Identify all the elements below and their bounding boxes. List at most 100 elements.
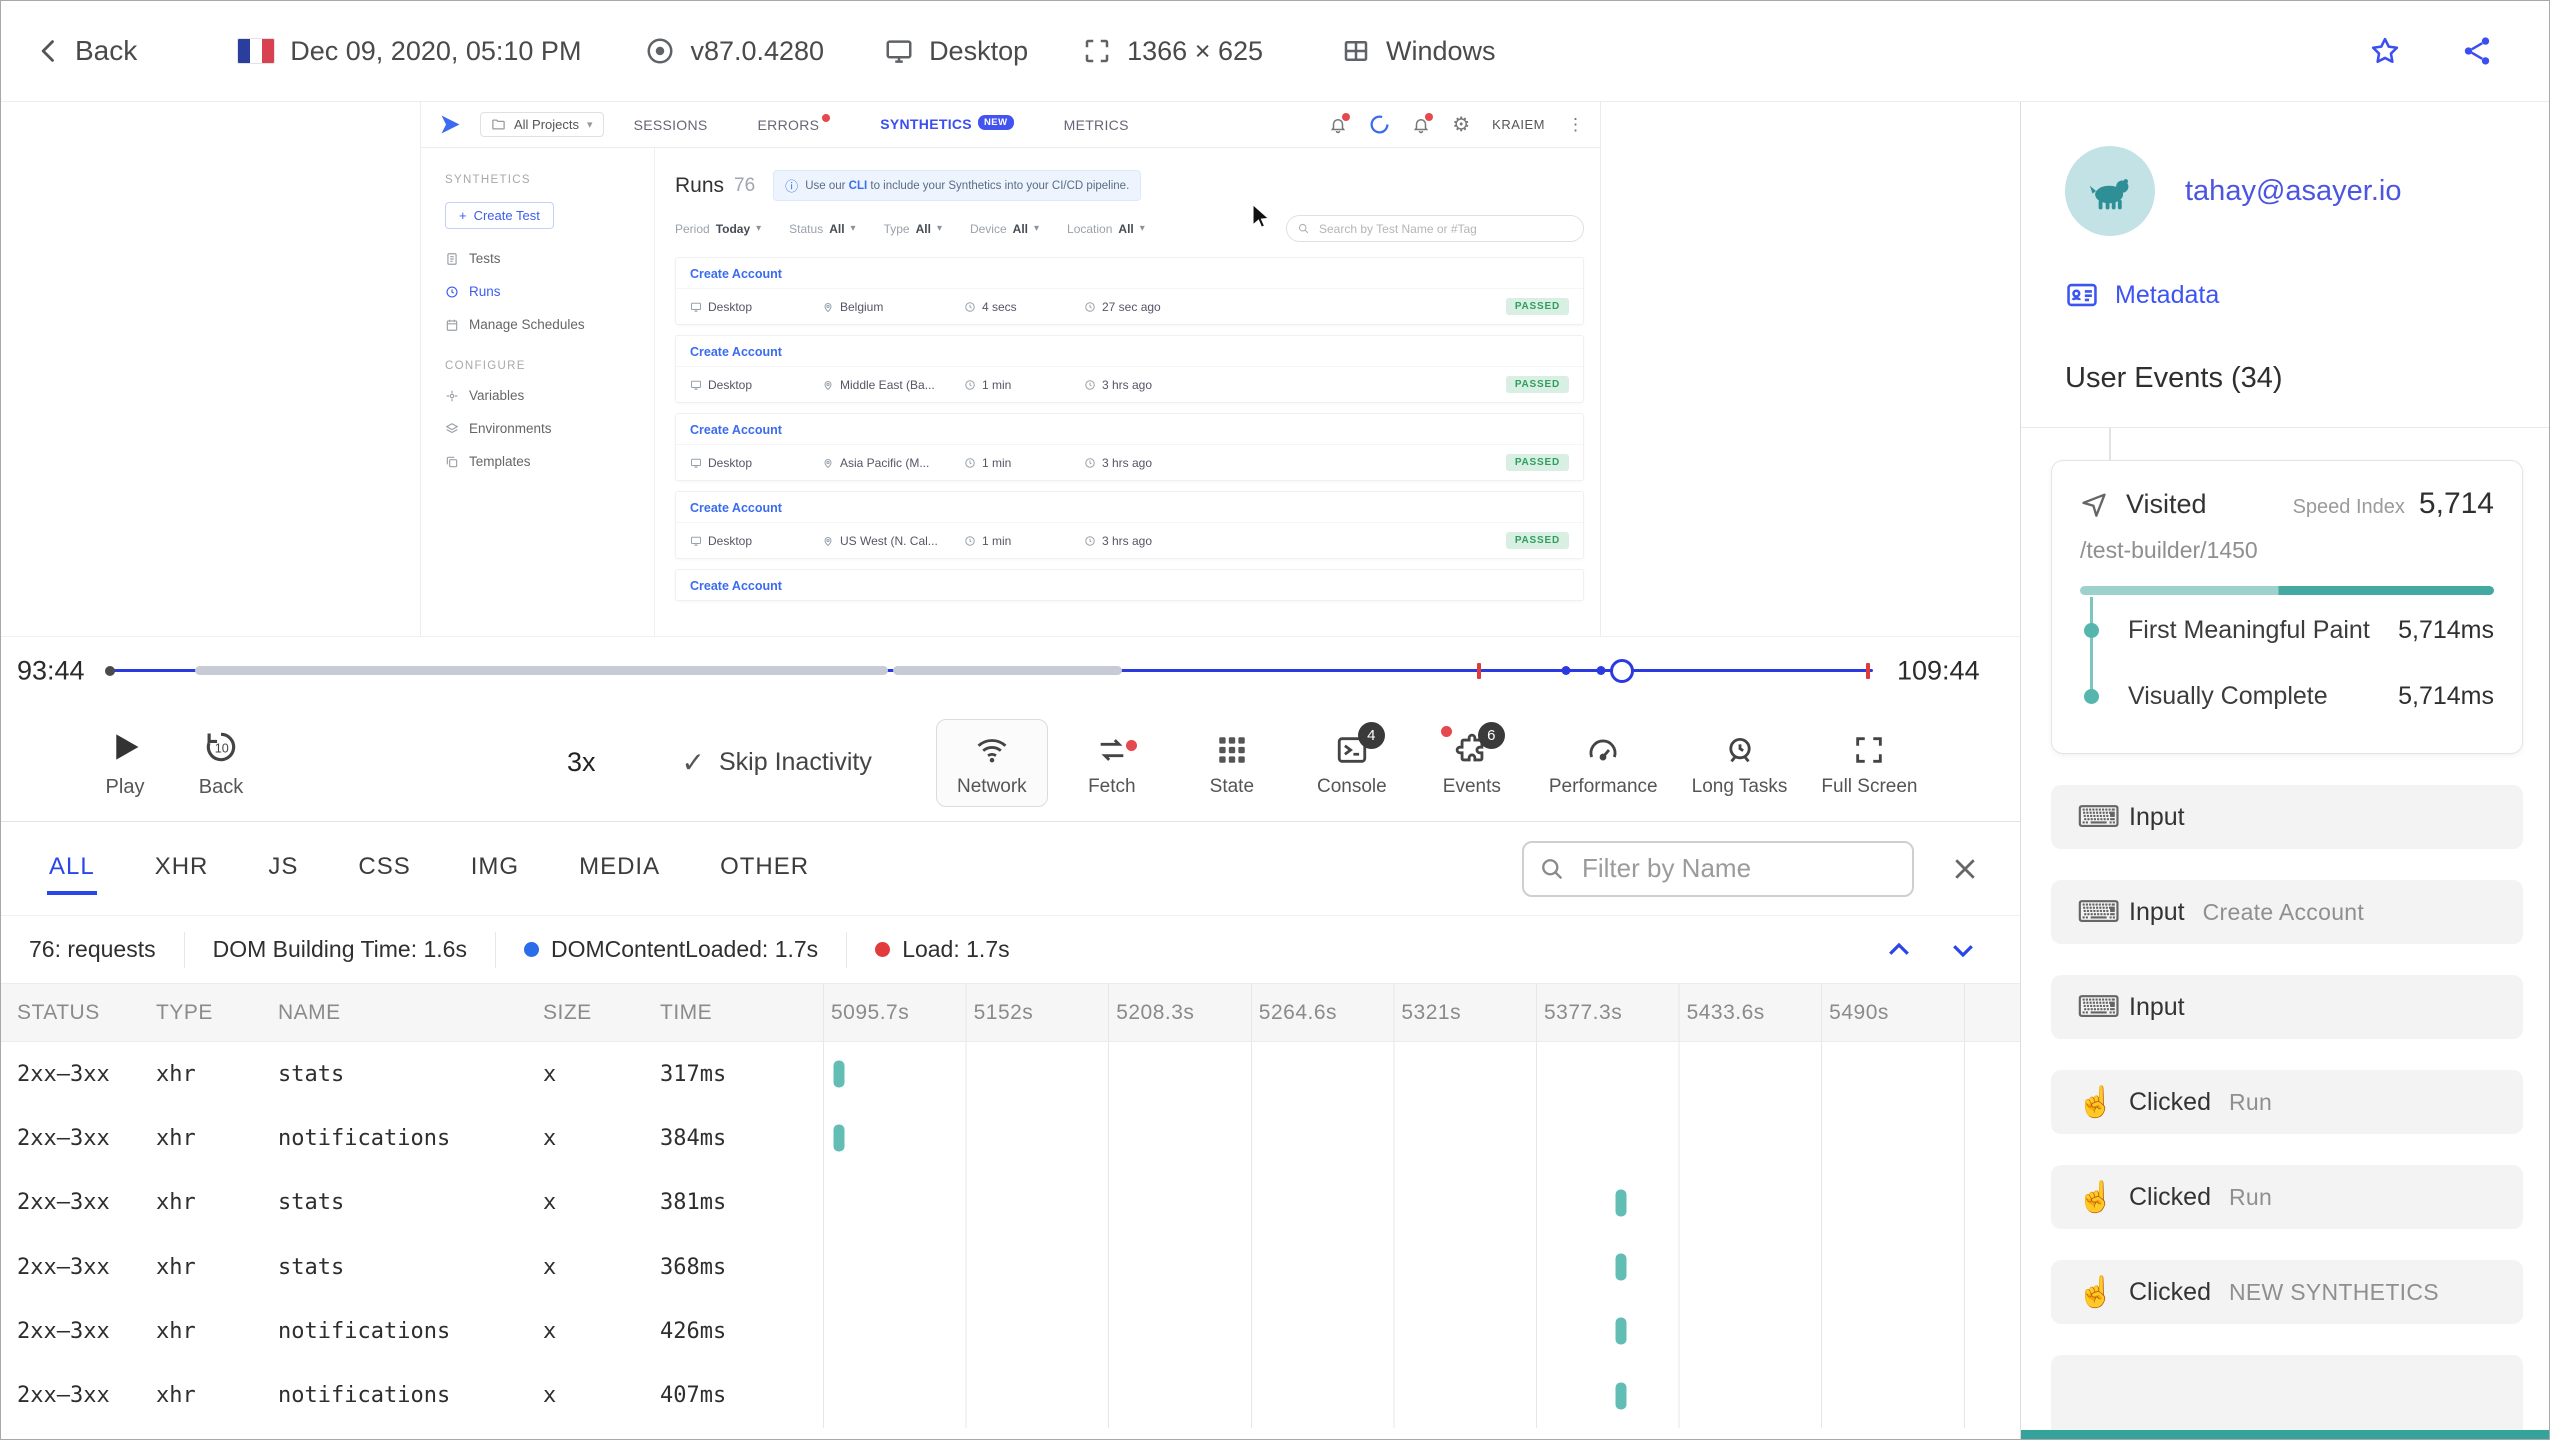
app-tab-label: METRICS [1063, 116, 1129, 133]
back-10-button[interactable]: 10 Back [173, 727, 269, 799]
paint-metric-row: Visually Complete 5,714ms [2084, 663, 2494, 729]
sidebar-item-environments[interactable]: Environments [445, 421, 654, 436]
run-row[interactable]: Desktop Middle East (Ba... 1 min 3 hrs a… [676, 366, 1583, 402]
network-request-row[interactable]: 2xx–3xx xhr notifications x 426ms [1, 1299, 2020, 1364]
long-tasks-tool-button[interactable]: Long Tasks [1679, 719, 1801, 807]
run-row[interactable]: Desktop Asia Pacific (M... 1 min 3 hrs a… [676, 444, 1583, 480]
runs-list: Create Account Desktop Belgium 4 secs 27… [675, 257, 1584, 601]
network-request-row[interactable]: 2xx–3xx xhr stats x 381ms [1, 1170, 2020, 1235]
network-tab[interactable]: XHR [153, 843, 211, 895]
network-tab[interactable]: JS [266, 843, 300, 895]
column-status: STATUS [17, 1000, 100, 1024]
app-tab-label: SESSIONS [633, 116, 708, 133]
timeline-handle[interactable] [1610, 658, 1635, 683]
network-filter-input[interactable] [1522, 840, 1914, 897]
timeline-track[interactable] [105, 637, 1873, 704]
user-event-card[interactable]: ⌨ ☝ Clicked Run [2051, 1070, 2523, 1134]
event-label: Input [2129, 802, 2185, 831]
app-top-nav: All Projects ▾ SESSIONS ERRORS SYNTHETIC… [421, 102, 1600, 148]
network-request-row[interactable]: 2xx–3xx xhr notifications x 384ms [1, 1106, 2020, 1171]
full-screen-tool-button[interactable]: Full Screen [1808, 719, 1930, 807]
app-tab[interactable]: METRICS [1064, 117, 1129, 133]
network-request-row[interactable]: 2xx–3xx xhr notifications x 407ms [1, 1363, 2020, 1428]
close-icon [1955, 858, 1975, 879]
chevron-up-icon[interactable] [1884, 935, 1914, 965]
back-button[interactable]: Back [35, 35, 137, 67]
state-tool-button[interactable]: State [1176, 719, 1288, 807]
play-button[interactable]: Play [77, 727, 173, 799]
app-tab[interactable]: SYNTHETICS NEW [880, 114, 1014, 134]
skip-inactivity-toggle[interactable]: ✓ Skip Inactivity [682, 746, 872, 779]
events-tool-button[interactable]: 6 Events [1416, 719, 1528, 807]
user-event-card[interactable]: ⌨ ☝ Clicked NEW SYNTHETICS [2051, 1260, 2523, 1324]
user-event-card[interactable]: ⌨ ☝ Input [2051, 975, 2523, 1039]
network-request-row[interactable]: 2xx–3xx xhr stats x 317ms [1, 1042, 2020, 1107]
run-name-link[interactable]: Create Account [676, 258, 1583, 288]
session-date: Dec 09, 2020, 05:10 PM [237, 36, 581, 67]
create-test-button[interactable]: + Create Test [445, 202, 554, 229]
performance-tool-button[interactable]: Performance [1536, 719, 1671, 807]
filter-dropdown[interactable]: Location All ▾ [1067, 222, 1145, 236]
user-event-card[interactable]: ⌨ ☝ Clicked Run [2051, 1165, 2523, 1229]
metadata-button[interactable]: Metadata [2065, 278, 2509, 312]
sidebar-item-variables[interactable]: Variables [445, 388, 654, 403]
network-table-header: STATUS TYPE NAME SIZE TIME 5095.7s 5152s… [1, 984, 2020, 1042]
user-event-card[interactable]: ⌨ ☝ Input Create Account [2051, 880, 2523, 944]
user-event-card-partial[interactable] [2051, 1355, 2523, 1439]
network-tab[interactable]: ALL [47, 843, 97, 895]
alerts-bell-icon[interactable] [1412, 112, 1434, 134]
waterfall-cell [823, 1299, 2020, 1364]
network-tabs-row: ALL XHR JS CSS IMG MEDIA OTHER [1, 822, 2020, 916]
runs-search-input[interactable] [1286, 215, 1584, 242]
run-name-link[interactable]: Create Account [676, 570, 1583, 600]
network-tab[interactable]: MEDIA [577, 843, 662, 895]
gear-icon[interactable]: ⚙ [1452, 115, 1470, 135]
user-event-card[interactable]: ⌨ ☝ Input [2051, 785, 2523, 849]
network-tab[interactable]: CSS [356, 843, 412, 895]
run-name-link[interactable]: Create Account [676, 414, 1583, 444]
user-email[interactable]: tahay@asayer.io [2185, 175, 2401, 208]
network-tab[interactable]: IMG [469, 843, 521, 895]
event-detail: NEW SYNTHETICS [2228, 1278, 2439, 1305]
app-tab[interactable]: ERRORS [758, 113, 831, 133]
chevron-down-icon[interactable] [1948, 935, 1978, 965]
speed-toggle[interactable]: 3x [567, 747, 596, 778]
app-tab[interactable]: SESSIONS [634, 117, 708, 133]
close-panel-button[interactable] [1950, 854, 1980, 884]
fetch-icon [1095, 732, 1137, 768]
filter-dropdown[interactable]: Status All ▾ [789, 222, 855, 236]
network-tab[interactable]: OTHER [718, 843, 811, 895]
network-table-body: 2xx–3xx xhr stats x 317ms 2xx–3xx xhr no… [1, 1042, 2020, 1439]
announcements-bell-icon[interactable] [1329, 112, 1351, 134]
sidebar-section-configure: CONFIGURE [445, 360, 526, 372]
sidebar-item-runs[interactable]: Runs [445, 284, 654, 299]
time-column-label: 5490s [1829, 1000, 1889, 1024]
run-name-link[interactable]: Create Account [676, 492, 1583, 522]
replay-viewport: All Projects ▾ SESSIONS ERRORS SYNTHETIC… [1, 102, 2020, 636]
sidebar-item-templates[interactable]: Templates [445, 454, 654, 469]
filter-dropdown[interactable]: Period Today ▾ [675, 222, 761, 236]
cli-link[interactable]: CLI [849, 180, 868, 192]
kebab-menu-icon[interactable]: ⋮ [1567, 115, 1584, 135]
metric-value: 5,714ms [2398, 681, 2494, 710]
run-device: Desktop [690, 300, 822, 314]
user-menu[interactable]: KRAIEM [1492, 117, 1545, 132]
sidebar-item-tests[interactable]: Tests [445, 251, 654, 266]
project-selector[interactable]: All Projects ▾ [480, 112, 604, 137]
request-timing-mark [833, 1124, 845, 1152]
favorite-star-icon[interactable] [2368, 34, 2402, 68]
filter-dropdown[interactable]: Device All ▾ [970, 222, 1039, 236]
run-row[interactable]: Desktop US West (N. Cal... 1 min 3 hrs a… [676, 522, 1583, 558]
fetch-tool-button[interactable]: Fetch [1056, 719, 1168, 807]
network-request-row[interactable]: 2xx–3xx xhr stats x 368ms [1, 1234, 2020, 1300]
filter-dropdown[interactable]: Type All ▾ [884, 222, 942, 236]
load-time: Load: 1.7s [846, 931, 1037, 968]
network-tool-button[interactable]: Network [935, 718, 1048, 807]
console-tool-button[interactable]: 4 Console [1296, 719, 1408, 807]
sidebar-item-manage-schedules[interactable]: Manage Schedules [445, 317, 654, 332]
run-row[interactable]: Desktop Belgium 4 secs 27 sec ago PASSED [676, 288, 1583, 324]
share-icon[interactable] [2460, 34, 2494, 68]
performance-gauge-icon [1586, 732, 1620, 768]
visited-event-card[interactable]: Visited Speed Index 5,714 /test-builder/… [2051, 460, 2523, 754]
run-name-link[interactable]: Create Account [676, 336, 1583, 366]
